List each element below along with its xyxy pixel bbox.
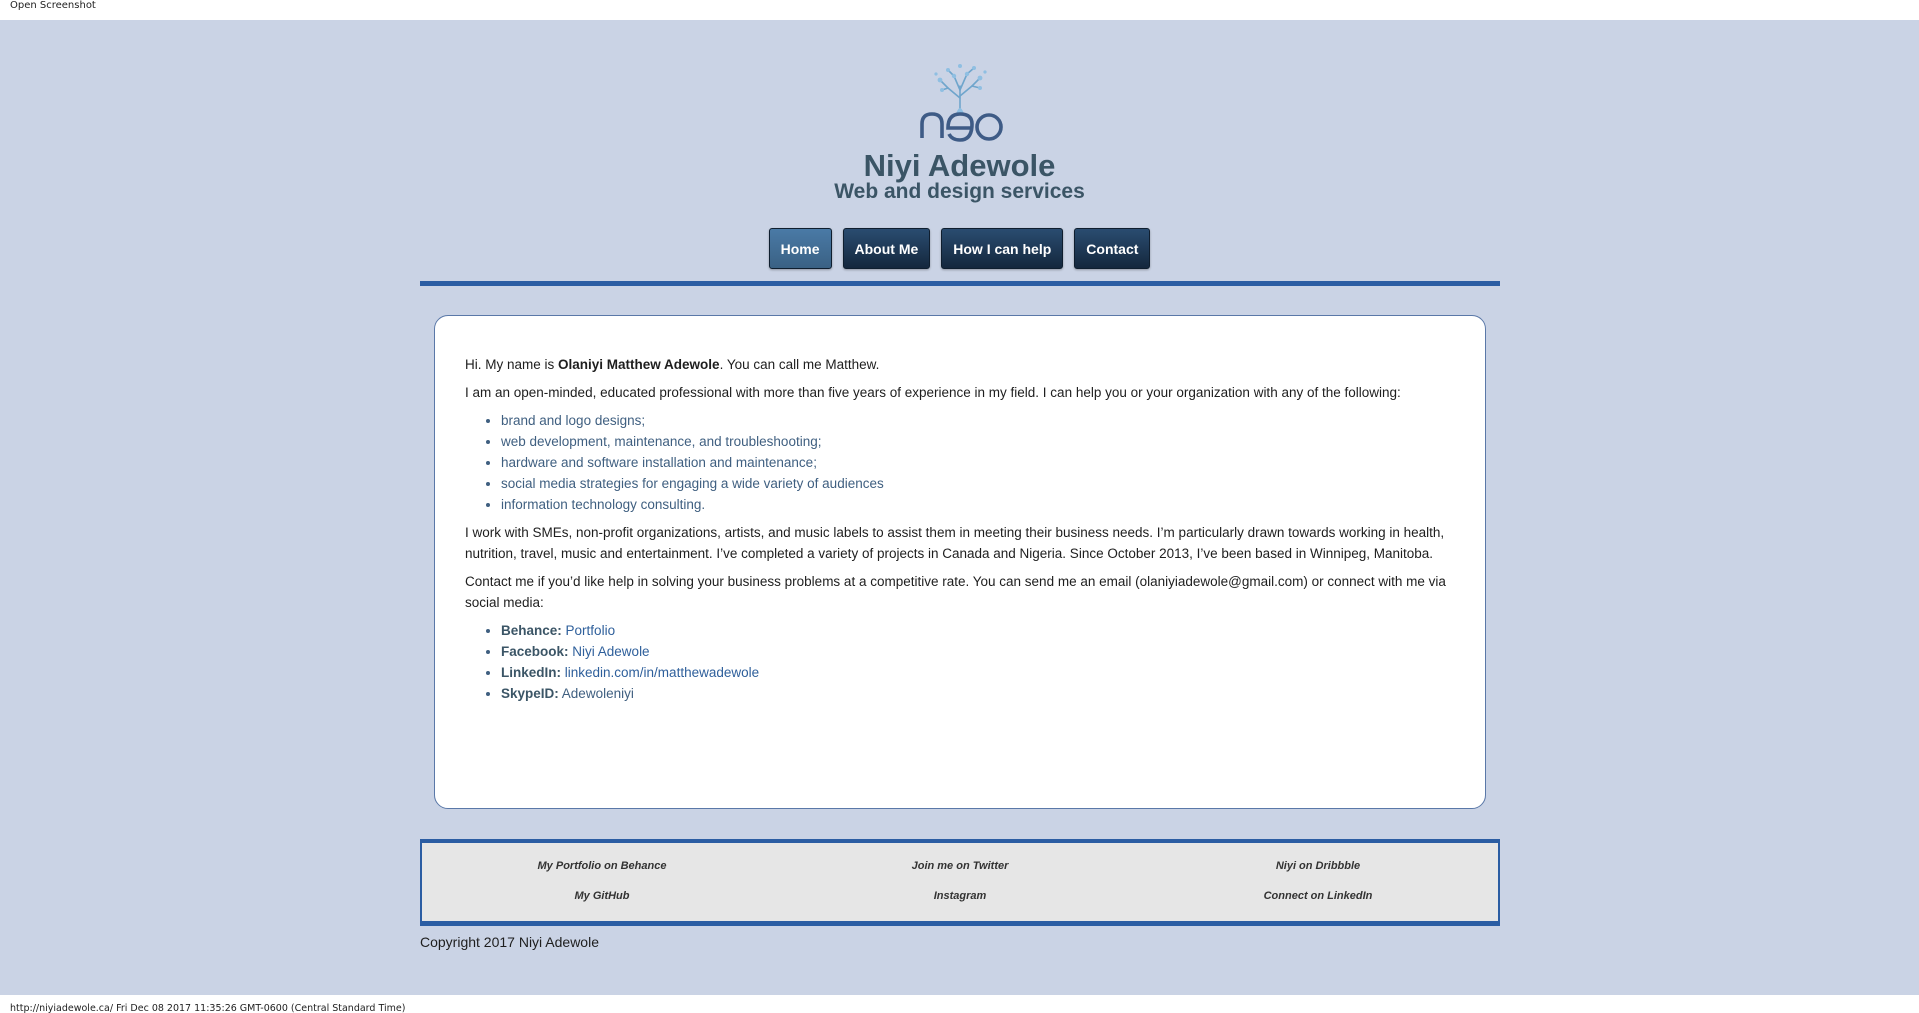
site-subtitle: Web and design services	[834, 180, 1085, 203]
top-label: Open Screenshot	[10, 0, 96, 11]
intro-text-end: . You can call me Matthew.	[719, 357, 880, 372]
nav-contact-button[interactable]: Contact	[1074, 228, 1151, 269]
footer-github-link[interactable]: My GitHub	[422, 890, 782, 902]
intro-text: Hi. My name is	[465, 357, 559, 372]
experience-paragraph: I am an open-minded, educated profession…	[465, 385, 1401, 400]
footer-behance-link[interactable]: My Portfolio on Behance	[422, 860, 782, 872]
service-item: social media strategies for engaging a w…	[501, 473, 1455, 494]
nav-help-button[interactable]: How I can help	[941, 228, 1064, 269]
copyright: Copyright 2017 Niyi Adewole	[420, 934, 599, 950]
services-list: brand and logo designs; web development,…	[501, 410, 1455, 515]
social-behance: Behance: Portfolio	[501, 620, 1455, 641]
social-label: Facebook:	[501, 644, 569, 659]
behance-link[interactable]: Portfolio	[566, 623, 616, 638]
intro-paragraph: Hi. My name is Olaniyi Matthew Adewole. …	[465, 354, 1455, 375]
footer-twitter-link[interactable]: Join me on Twitter	[780, 860, 1140, 872]
social-list: Behance: Portfolio Facebook: Niyi Adewol…	[501, 620, 1455, 704]
browser-status-bar: http://niyiadewole.ca/ Fri Dec 08 2017 1…	[0, 995, 1919, 1013]
browser-top-bar: Open Screenshot	[0, 0, 1919, 20]
clients-paragraph: I work with SMEs, non-profit organizatio…	[465, 525, 1445, 561]
service-item: web development, maintenance, and troubl…	[501, 431, 1455, 452]
footer-dribbble-link[interactable]: Niyi on Dribbble	[1138, 860, 1498, 872]
skype-id: Adewoleniyi	[561, 686, 634, 701]
status-line: http://niyiadewole.ca/ Fri Dec 08 2017 1…	[10, 1003, 406, 1013]
nav-about-button[interactable]: About Me	[842, 228, 931, 269]
contact-paragraph: Contact me if you’d like help in solving…	[465, 574, 1446, 610]
footer-links: My Portfolio on Behance Join me on Twitt…	[420, 839, 1500, 926]
social-linkedin: LinkedIn: linkedin.com/in/matthewadewole	[501, 662, 1455, 683]
service-item: hardware and software installation and m…	[501, 452, 1455, 473]
social-facebook: Facebook: Niyi Adewole	[501, 641, 1455, 662]
about-content: Hi. My name is Olaniyi Matthew Adewole. …	[465, 354, 1455, 711]
tree-icon	[939, 67, 981, 113]
content-card: Hi. My name is Olaniyi Matthew Adewole. …	[434, 315, 1486, 809]
intro-name: Olaniyi Matthew Adewole	[558, 357, 720, 372]
social-label: Behance:	[501, 623, 562, 638]
site-title: Niyi Adewole	[863, 148, 1056, 183]
social-skype: SkypeID: Adewoleniyi	[501, 683, 1455, 704]
main-nav: Home About Me How I can help Contact	[0, 228, 1919, 269]
footer-linkedin-link[interactable]: Connect on LinkedIn	[1138, 890, 1498, 902]
footer-instagram-link[interactable]: Instagram	[780, 890, 1140, 902]
social-label: LinkedIn:	[501, 665, 561, 680]
social-label: SkypeID:	[501, 686, 559, 701]
service-item: brand and logo designs;	[501, 410, 1455, 431]
nav-home-button[interactable]: Home	[768, 228, 832, 269]
service-item: information technology consulting.	[501, 494, 1455, 515]
linkedin-link[interactable]: linkedin.com/in/matthewadewole	[565, 665, 759, 680]
logo-wordmark	[920, 112, 1003, 142]
header-divider	[420, 281, 1500, 286]
facebook-link[interactable]: Niyi Adewole	[572, 644, 649, 659]
site-logo[interactable]	[912, 50, 1008, 146]
